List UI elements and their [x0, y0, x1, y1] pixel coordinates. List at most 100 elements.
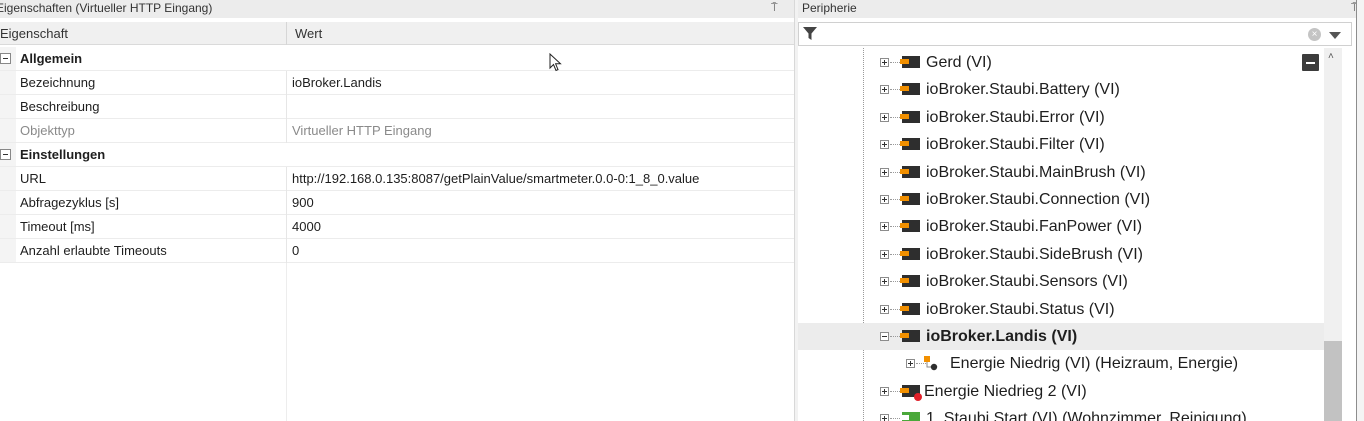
property-name: Allgemein	[20, 51, 83, 66]
device-icon	[900, 302, 920, 315]
tree-node-label: ioBroker.Staubi.Battery (VI)	[926, 81, 1120, 99]
expand-icon[interactable]	[880, 140, 889, 150]
tree-node[interactable]: Energie Niedrig (VI) (Heizraum, Energie)	[798, 350, 1324, 377]
tree-node-label: ioBroker.Staubi.SideBrush (VI)	[926, 245, 1143, 263]
collapse-category-icon[interactable]	[0, 149, 11, 160]
collapse-all-button[interactable]	[1302, 54, 1319, 71]
property-row[interactable]: Anzahl erlaubte Timeouts 0	[0, 239, 794, 263]
property-value[interactable]: 4000	[292, 215, 321, 239]
expand-icon[interactable]	[880, 277, 889, 287]
device-icon	[900, 220, 920, 233]
device-icon	[900, 83, 920, 96]
property-row[interactable]: Abfragezyklus [s] 900	[0, 191, 794, 215]
tree-node-label: ioBroker.Staubi.Filter (VI)	[926, 136, 1105, 154]
column-divider	[286, 191, 287, 215]
tree-connector	[890, 226, 900, 228]
scroll-up-icon[interactable]: ˄	[1328, 52, 1334, 62]
properties-panel-title: Eigenschaften (Virtueller HTTP Eingang)	[0, 1, 213, 15]
expand-icon[interactable]	[906, 359, 915, 369]
expand-icon[interactable]	[880, 112, 889, 122]
tree-scrollbar[interactable]: ˄	[1324, 48, 1342, 421]
column-header-value[interactable]: Wert	[295, 22, 322, 45]
property-name: URL	[20, 171, 47, 186]
tree-node[interactable]: ioBroker.Staubi.MainBrush (VI)	[798, 159, 1324, 186]
expand-icon[interactable]	[880, 85, 889, 95]
device-icon	[900, 330, 920, 342]
expand-icon[interactable]	[880, 304, 889, 314]
property-row[interactable]: Bezeichnung ioBroker.Landis	[0, 71, 794, 95]
tree-connector	[890, 89, 900, 91]
peripherals-panel: Peripherie ⍑ × Gerd (VI) ioBroker.Staubi.…	[798, 0, 1364, 421]
property-name: Einstellungen	[20, 147, 106, 162]
tree-node[interactable]: Energie Niedrieg 2 (VI)	[798, 378, 1324, 405]
tree-node-label: ioBroker.Staubi.Status (VI)	[926, 300, 1115, 318]
tree-connector	[890, 62, 900, 63]
datapoint-icon	[924, 356, 938, 371]
peripherals-panel-title: Peripherie	[802, 1, 857, 15]
properties-panel: Eigenschaften (Virtueller HTTP Eingang) …	[0, 0, 794, 421]
column-header-property[interactable]: Eigenschaft	[0, 22, 287, 45]
property-value[interactable]: ioBroker.Landis	[292, 71, 382, 95]
property-category[interactable]: Einstellungen	[0, 143, 794, 167]
expand-icon[interactable]	[880, 414, 889, 421]
tree-node[interactable]: ioBroker.Staubi.Filter (VI)	[798, 131, 1324, 158]
expand-icon[interactable]	[880, 58, 889, 67]
tree-connector	[890, 199, 900, 200]
tree-node[interactable]: ioBroker.Staubi.SideBrush (VI)	[798, 241, 1324, 268]
tree-node[interactable]: ioBroker.Staubi.Connection (VI)	[798, 186, 1324, 213]
column-divider	[286, 215, 287, 239]
property-row[interactable]: Timeout [ms] 4000	[0, 215, 794, 239]
property-category[interactable]: Allgemein	[0, 47, 794, 71]
device-icon	[900, 165, 920, 178]
tree-node-label: ioBroker.Staubi.Sensors (VI)	[926, 273, 1128, 291]
property-value[interactable]: http://192.168.0.135:8087/getPlainValue/…	[292, 167, 699, 191]
pin-icon[interactable]: ⍑	[771, 0, 778, 17]
tree-connector	[890, 336, 900, 337]
tree-node-label: ioBroker.Staubi.MainBrush (VI)	[926, 163, 1146, 181]
clear-filter-icon[interactable]: ×	[1308, 28, 1321, 41]
tree-connector	[890, 281, 900, 283]
collapse-icon[interactable]	[880, 332, 889, 341]
tree-node-label: ioBroker.Staubi.FanPower (VI)	[926, 218, 1143, 236]
expand-icon[interactable]	[880, 249, 889, 259]
error-status-icon	[914, 392, 922, 401]
expand-icon[interactable]	[880, 386, 889, 396]
filter-dropdown-icon[interactable]	[1329, 32, 1341, 39]
property-row[interactable]: Objekttyp Virtueller HTTP Eingang	[0, 119, 794, 143]
filter-icon[interactable]	[803, 27, 817, 41]
tree-connector	[890, 171, 900, 173]
column-divider	[286, 119, 287, 143]
property-name: Objekttyp	[20, 123, 75, 138]
expand-icon[interactable]	[880, 222, 889, 232]
scrollbar-thumb[interactable]	[1324, 341, 1342, 421]
tree-node[interactable]: 1_Staubi Start (VI) (Wohnzimmer, Reinigu…	[798, 405, 1324, 421]
property-value[interactable]: 900	[292, 191, 314, 215]
mouse-cursor-icon	[549, 53, 562, 72]
tree-node[interactable]: ioBroker.Staubi.Battery (VI)	[798, 76, 1324, 103]
filter-bar: ×	[798, 22, 1352, 46]
tree-node[interactable]: ioBroker.Staubi.Status (VI)	[798, 296, 1324, 323]
property-row[interactable]: Beschreibung	[0, 95, 794, 119]
property-name: Abfragezyklus [s]	[20, 195, 119, 210]
tree-node[interactable]: Gerd (VI)	[798, 49, 1324, 76]
tree-connector	[890, 116, 900, 118]
collapse-category-icon[interactable]	[0, 53, 11, 64]
tree-node-label: 1_Staubi Start (VI) (Wohnzimmer, Reinigu…	[926, 410, 1247, 421]
property-row[interactable]: URL http://192.168.0.135:8087/getPlainVal…	[0, 167, 794, 191]
tree-node[interactable]: ioBroker.Staubi.FanPower (VI)	[798, 213, 1324, 240]
property-value: Virtueller HTTP Eingang	[292, 123, 432, 138]
expand-icon[interactable]	[880, 167, 889, 177]
property-name: Beschreibung	[20, 99, 100, 114]
expand-icon[interactable]	[880, 195, 889, 204]
property-name: Anzahl erlaubte Timeouts	[20, 243, 167, 258]
device-icon	[900, 275, 920, 288]
tree-node[interactable]: ioBroker.Landis (VI)	[798, 323, 1324, 350]
property-grid-header: Eigenschaft Wert	[0, 22, 794, 45]
peripherals-tree: Gerd (VI) ioBroker.Staubi.Battery (VI) ioB…	[798, 48, 1324, 421]
column-divider	[286, 71, 287, 95]
tree-connector	[890, 390, 900, 392]
filter-input[interactable]	[823, 25, 1303, 43]
property-value[interactable]: 0	[292, 239, 299, 263]
tree-node[interactable]: ioBroker.Staubi.Sensors (VI)	[798, 268, 1324, 295]
tree-node[interactable]: ioBroker.Staubi.Error (VI)	[798, 104, 1324, 131]
